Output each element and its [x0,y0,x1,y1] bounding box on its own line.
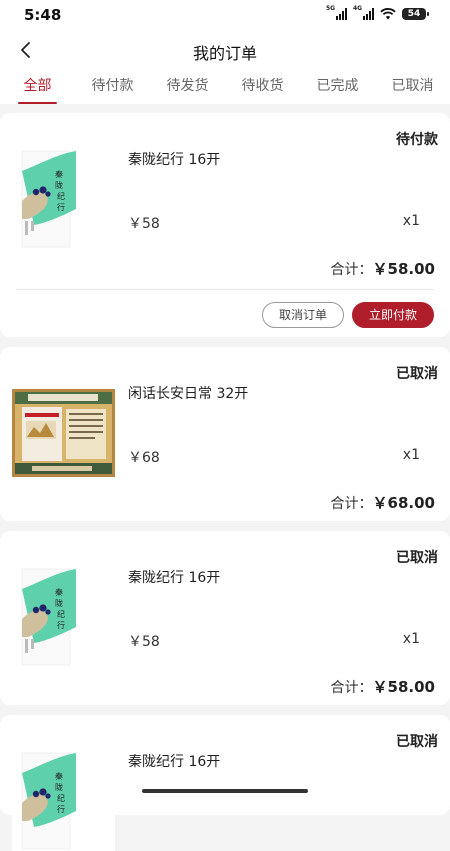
product-quantity: x1 [402,213,420,229]
svg-text:纪: 纪 [57,191,65,201]
network-5g-label: 5G [326,5,336,12]
signal-4g-icon: 4G [353,5,374,20]
total-amount: ￥58.00 [372,678,435,696]
product-price: ￥58 [128,216,160,232]
total-amount: ￥68.00 [372,494,435,512]
total-label: 合计： [330,680,373,696]
svg-text:行: 行 [57,804,65,814]
product-quantity: x1 [402,631,420,647]
order-card[interactable]: 已取消 闲话长安日常 32开 ￥68 x1 合计：￥68.00 [0,347,450,521]
product-name[interactable]: 闲话长安日常 32开 [128,383,248,403]
total-label: 合计： [330,496,373,512]
product-quantity: x1 [402,447,420,463]
nav-bar: 我的订单 [0,32,450,68]
status-time: 5:48 [24,6,62,24]
order-total: 合计：￥58.00 [331,258,435,279]
qinlong-cover[interactable]: 秦 陇 纪 行 [12,567,115,667]
svg-text:陇: 陇 [55,782,63,792]
order-status: 已取消 [396,550,438,566]
order-total: 合计：￥68.00 [331,492,435,513]
page-title: 我的订单 [192,44,257,63]
order-card[interactable]: 已取消 秦 陇 纪 行 秦陇纪行 16开 ￥58 x1 合计：￥58.00 [0,531,450,705]
product-name[interactable]: 秦陇纪行 16开 [128,149,220,169]
qinlong-cover[interactable]: 秦 陇 纪 行 [12,149,115,249]
order-card[interactable]: 待付款 秦 陇 纪 行 秦陇纪行 16开 ￥58 x1 合计：￥58.00 取消… [0,113,450,337]
changan-cover[interactable] [12,383,115,483]
tab-pending-receipt[interactable]: 待收货 [225,68,300,104]
tab-all[interactable]: 全部 [0,68,75,104]
tab-cancelled[interactable]: 已取消 [375,68,450,104]
svg-text:秦: 秦 [55,587,63,597]
product-name[interactable]: 秦陇纪行 16开 [128,751,220,771]
svg-text:纪: 纪 [57,609,65,619]
svg-text:行: 行 [57,620,65,630]
status-icons: 5G 4G 54 [326,5,429,20]
svg-text:秦: 秦 [55,771,63,781]
svg-text:陇: 陇 [55,180,63,190]
battery-icon: 54 [402,8,429,20]
tab-pending-shipment[interactable]: 待发货 [150,68,225,104]
signal-5g-icon: 5G [326,5,347,20]
product-price: ￥58 [128,634,160,650]
network-4g-label: 4G [353,5,363,12]
pay-now-button[interactable]: 立即付款 [352,302,434,328]
tab-pending-payment[interactable]: 待付款 [75,68,150,104]
order-status: 待付款 [396,132,438,148]
svg-text:行: 行 [57,202,65,212]
order-total: 合计：￥58.00 [331,676,435,697]
total-amount: ￥58.00 [372,260,435,278]
home-indicator[interactable] [142,789,308,793]
order-status: 已取消 [396,366,438,382]
order-status: 已取消 [396,734,438,750]
order-card[interactable]: 已取消 秦 陇 纪 行 秦陇纪行 16开 [0,715,450,851]
order-tabs: 全部 待付款 待发货 待收货 已完成 已取消 [0,68,450,104]
divider [16,289,434,290]
cancel-order-button[interactable]: 取消订单 [262,302,344,328]
svg-text:纪: 纪 [57,793,65,803]
svg-text:秦: 秦 [55,169,63,179]
qinlong-cover[interactable]: 秦 陇 纪 行 [12,751,115,851]
product-name[interactable]: 秦陇纪行 16开 [128,567,220,587]
wifi-icon [380,8,396,20]
total-label: 合计： [330,262,373,278]
svg-text:陇: 陇 [55,598,63,608]
tab-completed[interactable]: 已完成 [300,68,375,104]
product-price: ￥68 [128,450,160,466]
status-bar: 5:48 5G 4G 54 [0,0,450,32]
